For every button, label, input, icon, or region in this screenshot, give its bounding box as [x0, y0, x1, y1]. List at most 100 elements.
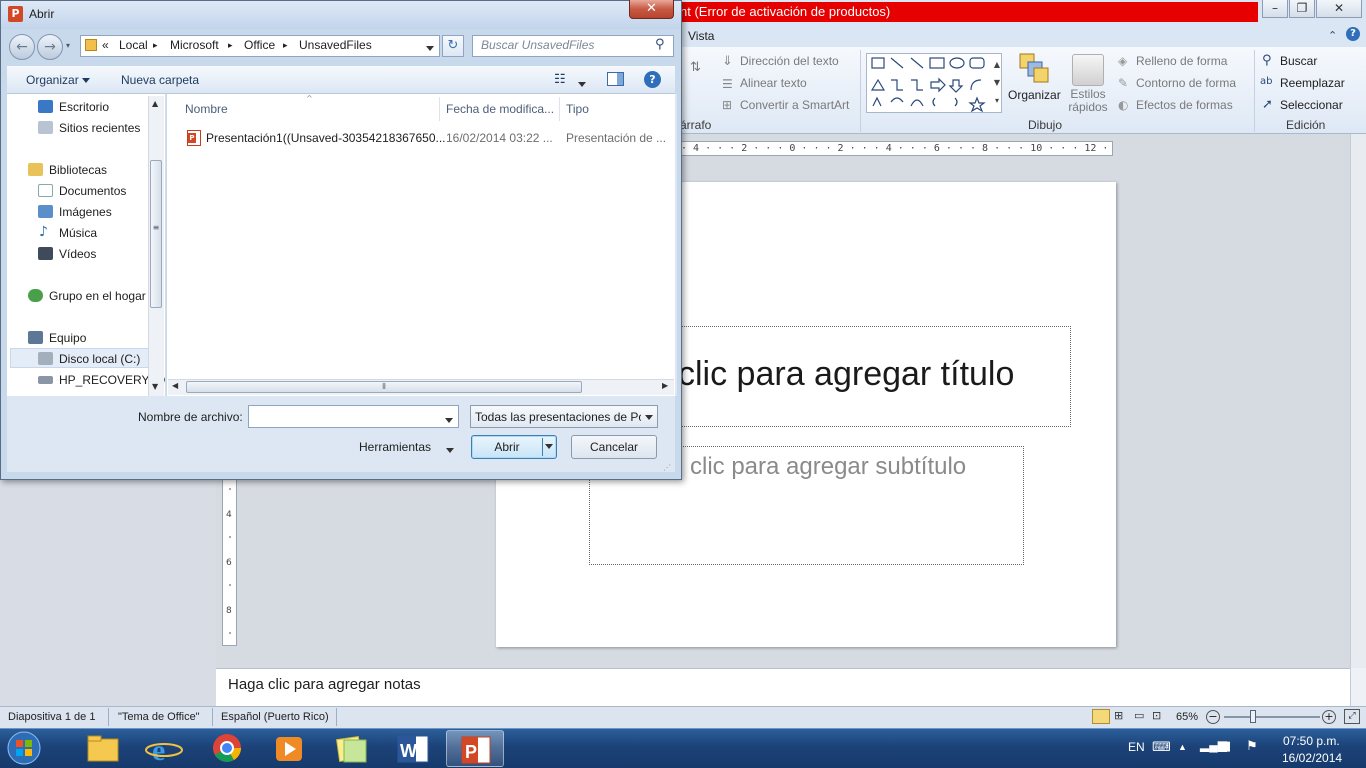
normal-view-icon[interactable]: [1092, 709, 1110, 724]
start-button[interactable]: [4, 730, 44, 767]
taskbar-word[interactable]: W: [384, 730, 442, 767]
column-header-date[interactable]: Fecha de modifica...: [446, 102, 554, 116]
file-name[interactable]: Presentación1((Unsaved-30354218367650...: [206, 131, 446, 145]
clock-date[interactable]: 16/02/2014: [1282, 751, 1342, 765]
new-folder-button[interactable]: Nueva carpeta: [121, 73, 199, 87]
help-icon[interactable]: ?: [1346, 27, 1360, 41]
tools-button[interactable]: Herramientas: [359, 440, 431, 454]
view-dropdown-icon[interactable]: [578, 77, 586, 91]
nav-item-computer[interactable]: Equipo: [49, 331, 86, 345]
taskbar-chrome[interactable]: [198, 730, 256, 767]
show-hidden-icons[interactable]: ▲: [1178, 742, 1187, 752]
nav-item-pictures[interactable]: Imágenes: [59, 205, 112, 219]
zoom-level[interactable]: 65%: [1176, 711, 1198, 723]
scroll-right-icon[interactable]: ▶: [662, 381, 668, 390]
open-options-dropdown-icon[interactable]: [545, 435, 553, 457]
replace-button[interactable]: Reemplazar: [1280, 76, 1345, 90]
filename-dropdown-icon[interactable]: [445, 413, 453, 427]
resize-grip-icon[interactable]: ⋰: [663, 463, 671, 472]
nav-item-desktop[interactable]: Escritorio: [59, 100, 109, 114]
scroll-down-icon[interactable]: ▼: [152, 382, 158, 391]
view-options-icon[interactable]: ☷: [554, 71, 566, 87]
column-header-name[interactable]: Nombre: [185, 102, 228, 116]
scroll-left-icon[interactable]: ◀: [172, 381, 178, 390]
reading-view-icon[interactable]: ▭: [1134, 709, 1144, 722]
forward-button[interactable]: →: [37, 34, 63, 60]
quick-styles-button[interactable]: Estilos rápidos: [1064, 88, 1112, 114]
nav-item-local-disk[interactable]: Disco local (C:): [59, 352, 140, 366]
text-direction-button[interactable]: Dirección del texto: [740, 54, 839, 68]
breadcrumb-office[interactable]: Office: [244, 38, 275, 52]
tools-dropdown-icon[interactable]: [446, 443, 454, 457]
shape-outline-button[interactable]: Contorno de forma: [1136, 76, 1236, 90]
clock-time[interactable]: 07:50 p.m.: [1283, 734, 1340, 748]
help-icon[interactable]: ?: [644, 71, 661, 88]
shape-fill-button[interactable]: Relleno de forma: [1136, 54, 1227, 68]
slide-sorter-icon[interactable]: ⊞: [1114, 709, 1123, 722]
taskbar-powerpoint[interactable]: P: [446, 730, 504, 767]
line-spacing-icon[interactable]: ⇅: [690, 60, 701, 75]
back-button[interactable]: ←: [9, 34, 35, 60]
notes-scrollbar[interactable]: [1350, 668, 1366, 706]
chevron-right-icon[interactable]: ▸: [283, 40, 288, 51]
file-type-dropdown-icon[interactable]: [641, 409, 657, 427]
arrange-button[interactable]: Organizar: [1008, 88, 1061, 102]
dialog-close-button[interactable]: ✕: [629, 0, 674, 19]
filename-input[interactable]: [248, 405, 459, 428]
keyboard-icon[interactable]: ⌨: [1152, 739, 1171, 755]
taskbar-internet-explorer[interactable]: e: [136, 730, 194, 767]
dialog-title-bar[interactable]: [1, 1, 681, 29]
tab-vista[interactable]: Vista: [688, 29, 714, 43]
nav-item-libraries[interactable]: Bibliotecas: [49, 163, 107, 177]
nav-item-recent[interactable]: Sitios recientes: [59, 121, 140, 135]
slideshow-icon[interactable]: ⊡: [1152, 709, 1161, 722]
shape-effects-button[interactable]: Efectos de formas: [1136, 98, 1233, 112]
cancel-button[interactable]: Cancelar: [571, 435, 657, 459]
close-window-button[interactable]: ✕: [1316, 0, 1362, 18]
nav-item-music[interactable]: Música: [59, 226, 97, 240]
vertical-scrollbar[interactable]: [1350, 134, 1366, 668]
breadcrumb-microsoft[interactable]: Microsoft: [170, 38, 219, 52]
search-icon[interactable]: ⚲: [655, 37, 665, 52]
collapse-ribbon-icon[interactable]: ⌃: [1328, 29, 1337, 42]
minimize-button[interactable]: –: [1262, 0, 1288, 18]
zoom-slider-thumb[interactable]: [1250, 710, 1256, 723]
taskbar-sticky-notes[interactable]: [322, 730, 380, 767]
power-icon[interactable]: ▮: [1224, 738, 1231, 754]
shapes-gallery[interactable]: [866, 53, 1002, 113]
nav-item-homegroup[interactable]: Grupo en el hogar: [49, 289, 146, 303]
column-separator[interactable]: [439, 97, 440, 121]
file-type-select[interactable]: Todas las presentaciones de Po: [470, 405, 658, 428]
shapes-scroll[interactable]: ▲ ▼ ▾: [992, 56, 1002, 112]
fit-to-window-icon[interactable]: ⤢: [1344, 709, 1360, 724]
chevron-right-icon[interactable]: ▸: [153, 40, 158, 51]
theme-name[interactable]: "Tema de Office": [118, 711, 200, 723]
breadcrumb-unsavedfiles[interactable]: UnsavedFiles: [299, 38, 372, 52]
maximize-button[interactable]: ❐: [1289, 0, 1315, 18]
open-button[interactable]: Abrir: [471, 435, 557, 459]
organize-button[interactable]: Organizar: [26, 73, 91, 87]
zoom-in-icon[interactable]: +: [1322, 710, 1336, 724]
chevron-right-icon[interactable]: ▸: [228, 40, 233, 51]
taskbar-media-player[interactable]: [260, 730, 318, 767]
scroll-up-icon[interactable]: ▲: [152, 99, 158, 108]
breadcrumb-overflow[interactable]: «: [102, 38, 109, 52]
nav-item-videos[interactable]: Vídeos: [59, 247, 96, 261]
signal-icon[interactable]: ▂▄▆: [1200, 738, 1227, 752]
find-button[interactable]: Buscar: [1280, 54, 1317, 68]
convert-smartart-button[interactable]: Convertir a SmartArt: [740, 98, 849, 112]
column-header-type[interactable]: Tipo: [566, 102, 589, 116]
action-center-icon[interactable]: ⚑: [1246, 738, 1258, 754]
address-dropdown-icon[interactable]: [426, 41, 434, 55]
language-indicator[interactable]: Español (Puerto Rico): [221, 711, 329, 723]
column-separator[interactable]: [559, 97, 560, 121]
nav-scrollbar-thumb[interactable]: ≡: [150, 160, 162, 308]
taskbar-file-explorer[interactable]: [74, 730, 132, 767]
select-button[interactable]: Seleccionar: [1280, 98, 1343, 112]
language-tray[interactable]: EN: [1128, 740, 1145, 754]
preview-pane-icon[interactable]: [607, 72, 624, 86]
recent-locations-dropdown[interactable]: ▾: [66, 41, 70, 50]
refresh-button[interactable]: ↻: [442, 35, 464, 57]
zoom-slider[interactable]: [1224, 716, 1320, 718]
align-text-button[interactable]: Alinear texto: [740, 76, 807, 90]
